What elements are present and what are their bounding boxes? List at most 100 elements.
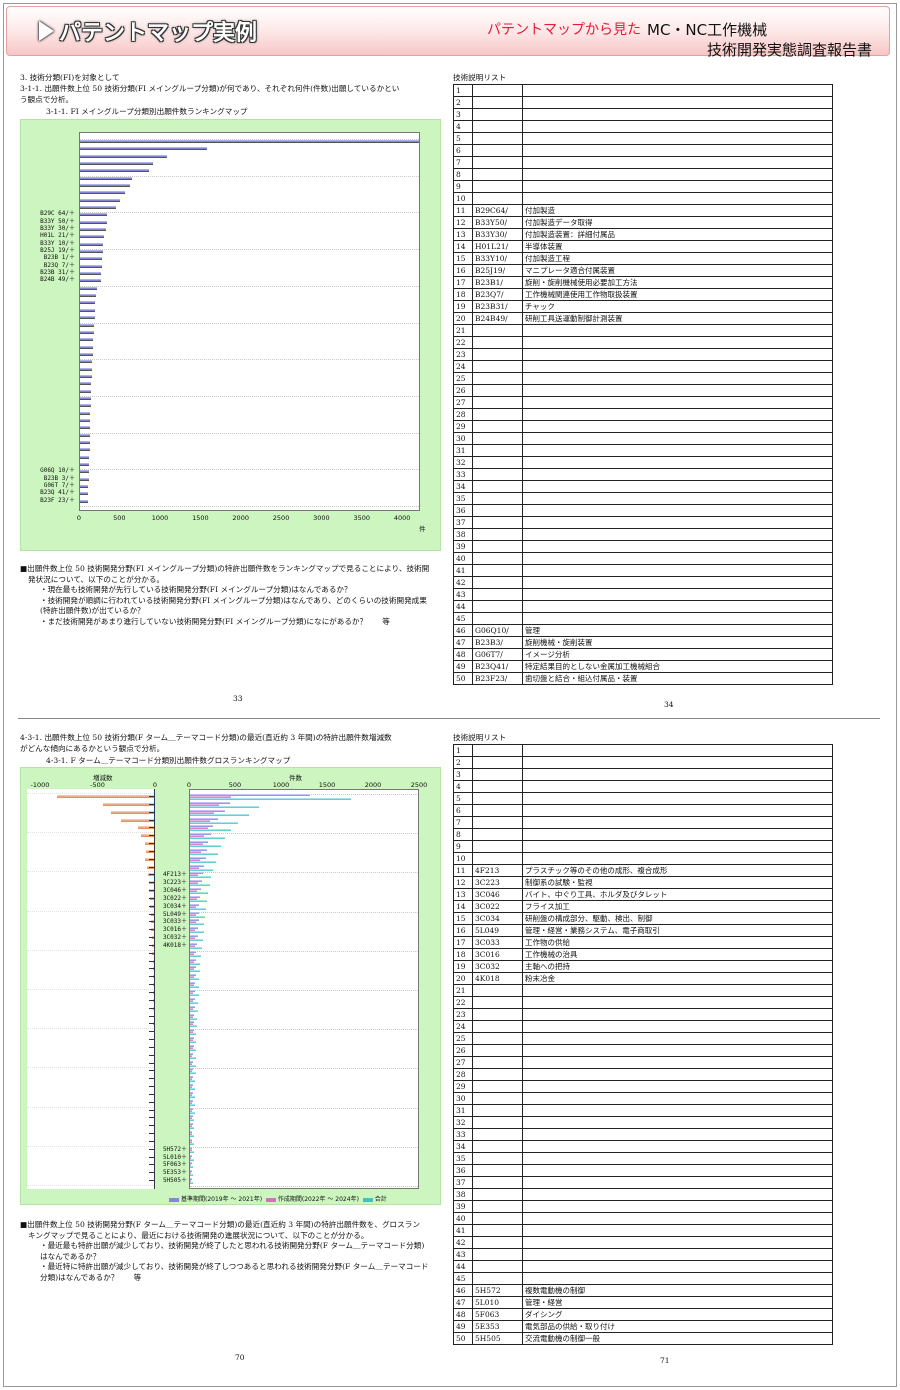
class-code (472, 84, 523, 97)
total-bar (190, 892, 209, 895)
row-number: 37 (453, 1176, 473, 1189)
table-row: 7 (453, 816, 833, 829)
class-code (472, 1260, 523, 1273)
table-row: 19 3C032 主軸への把持 (453, 960, 833, 973)
row-number: 18 (453, 948, 473, 961)
data-bar (80, 279, 101, 283)
row-number: 8 (453, 828, 473, 841)
row-number: 48 (453, 648, 473, 661)
class-description (522, 1008, 833, 1021)
class-description (522, 1236, 833, 1249)
total-bar (190, 1127, 195, 1130)
table-row: 21 (453, 324, 833, 337)
data-bar (80, 286, 97, 290)
section-subheading: 3-1-1. 出願件数上位 50 技術分類(FI メイングループ分類)が何であり… (20, 84, 400, 93)
row-number: 11 (453, 864, 473, 877)
class-description (522, 1020, 833, 1033)
total-bar (190, 1142, 195, 1145)
table-row: 10 (453, 192, 833, 205)
category-label: H01L 21/＋ (40, 232, 75, 240)
total-bar (190, 915, 206, 918)
grid-line (190, 990, 418, 991)
class-description (522, 108, 833, 121)
table-row: 18 B23Q7/工作機械関連使用工作物取扱装置 (453, 288, 833, 301)
chart-panel: B29C 64/＋ B33Y 50/＋ B33Y 30/＋ H01L 21/＋ B33Y… (20, 119, 441, 551)
row-number: 7 (453, 156, 473, 169)
table-row: 29 (453, 420, 833, 433)
table-row: 5 (453, 792, 833, 805)
row-number: 32 (453, 1116, 473, 1129)
data-bar (80, 440, 90, 444)
category-label: 5F063＋ (162, 1161, 187, 1169)
change-tick-label: -500 (90, 781, 105, 789)
class-description (522, 996, 833, 1009)
total-bar (190, 1080, 196, 1083)
class-code (472, 1188, 523, 1201)
row-number: 5 (453, 792, 473, 805)
table-row: 11 4F213 プラスチック等のその他の成形、複合成形 (453, 864, 833, 877)
data-bar (80, 308, 95, 312)
class-description: 研削工具送運動制御計測装置 (522, 312, 833, 325)
row-number: 22 (453, 336, 473, 349)
class-code: B33Y10/ (472, 252, 523, 265)
class-code (472, 1032, 523, 1045)
class-description: フライス加工 (522, 900, 833, 913)
header-banner: パテントマップ実例 パテントマップから見た MC・NC工作機械 技術開発実態調査… (6, 6, 890, 59)
table-row: 23 (453, 1008, 833, 1021)
class-description (522, 600, 833, 613)
class-description: 交流電動機の制御一般 (522, 1332, 833, 1345)
category-label: 5H505＋ (162, 1177, 187, 1185)
row-number: 42 (453, 1236, 473, 1249)
total-bar (190, 821, 238, 824)
class-code: B24B49/ (472, 312, 523, 325)
table-row: 15 B33Y10/付加製造工程 (453, 252, 833, 265)
class-description: 付加製造装置：詳細付属品 (522, 228, 833, 241)
class-description (522, 84, 833, 97)
class-code (472, 756, 523, 769)
class-description (522, 804, 833, 817)
total-bar (190, 876, 212, 879)
class-description (522, 840, 833, 853)
row-number: 30 (453, 432, 473, 445)
row-number: 49 (453, 660, 473, 673)
row-number: 17 (453, 936, 473, 949)
class-description: 管理・経営・業務システム、電子商取引 (522, 924, 833, 937)
grid-line (190, 911, 418, 913)
row-number: 24 (453, 1020, 473, 1033)
class-code: 3C223 (472, 876, 523, 889)
data-bar (80, 448, 90, 452)
class-code (472, 840, 523, 853)
class-code (472, 588, 523, 601)
data-bar (80, 360, 93, 364)
class-description (522, 984, 833, 997)
chart-caption-2: 4-3-1. F ターム＿テーマコード分類別出願件数グロスランキングマップ (46, 756, 291, 765)
class-description (522, 156, 833, 169)
class-description (522, 816, 833, 829)
class-description: バイト、中ぐり工具、ホルダ及びタレット (522, 888, 833, 901)
class-code: 5H505 (472, 1332, 523, 1345)
row-number: 10 (453, 852, 473, 865)
row-number: 20 (453, 972, 473, 985)
row-number: 6 (453, 804, 473, 817)
class-code: G06Q10/ (472, 624, 523, 637)
table-row: 12 3C223 制御系の試験・監視 (453, 876, 833, 889)
class-code (472, 1152, 523, 1165)
table-row: 18 3C016 工作機械の治具 (453, 948, 833, 961)
total-bar (190, 1064, 196, 1067)
grid-line (80, 212, 419, 214)
note-line: (特許出願件数)が出ているか？ (40, 606, 145, 615)
table-row: 50 5H505 交流電動機の制御一般 (453, 1332, 833, 1345)
x-tick-label: 3500 (353, 514, 371, 522)
table-row: 39 (453, 540, 833, 553)
row-number: 36 (453, 1164, 473, 1177)
row-number: 30 (453, 1092, 473, 1105)
section-heading-2: 4-3-1. 出願件数上位 50 技術分類(F ターム＿テーマコード分類)の最近… (20, 733, 392, 742)
table-row: 25 (453, 1032, 833, 1045)
class-description (522, 564, 833, 577)
chart-caption: 3-1-1. FI メイングループ分類別出願件数ランキングマップ (46, 107, 248, 116)
class-description: ダイシング (522, 1308, 833, 1321)
row-number: 47 (453, 1296, 473, 1309)
section-heading: 3. 技術分類(FI)を対象として (20, 73, 120, 82)
row-number: 7 (453, 816, 473, 829)
total-bar (190, 1056, 196, 1059)
